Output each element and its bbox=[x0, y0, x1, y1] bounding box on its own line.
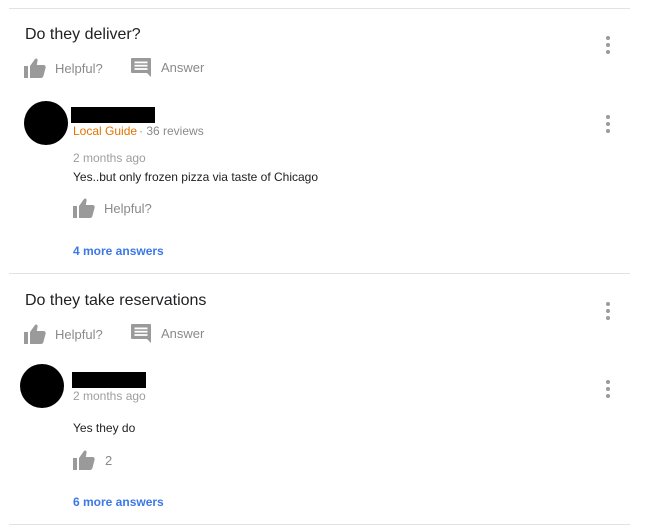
avatar[interactable] bbox=[20, 364, 64, 408]
answer-label: Answer bbox=[161, 326, 205, 341]
answer-text: Yes they do bbox=[73, 421, 136, 435]
question-helpful-button[interactable]: Helpful? bbox=[24, 324, 103, 344]
bottom-divider bbox=[9, 524, 630, 525]
answer-date: 2 months ago bbox=[73, 151, 146, 165]
redacted-author-name bbox=[71, 107, 155, 123]
avatar[interactable] bbox=[24, 101, 68, 145]
redacted-author-name bbox=[72, 372, 146, 388]
thumbs-up-icon bbox=[24, 324, 46, 344]
answer-button[interactable]: Answer bbox=[131, 324, 204, 343]
top-divider bbox=[9, 8, 630, 9]
answer-comment-icon bbox=[131, 324, 151, 343]
answer-helpful-button[interactable]: Helpful? bbox=[73, 198, 152, 218]
answer-comment-icon bbox=[131, 58, 151, 77]
more-vert-icon[interactable] bbox=[600, 115, 616, 133]
section-divider bbox=[9, 273, 630, 274]
more-vert-icon[interactable] bbox=[600, 302, 616, 320]
helpful-count: 2 bbox=[105, 452, 113, 468]
more-answers-link[interactable]: 4 more answers bbox=[73, 244, 164, 258]
answer-label: Answer bbox=[161, 60, 205, 75]
helpful-label: Helpful? bbox=[55, 326, 103, 342]
answer-date: 2 months ago bbox=[73, 389, 146, 403]
more-vert-icon[interactable] bbox=[600, 380, 616, 398]
answer-helpful-button[interactable]: 2 bbox=[73, 450, 112, 470]
answer-button[interactable]: Answer bbox=[131, 58, 204, 77]
more-answers-link[interactable]: 6 more answers bbox=[73, 495, 164, 509]
question-title: Do they deliver? bbox=[25, 26, 141, 43]
question-title: Do they take reservations bbox=[25, 292, 207, 309]
review-count: · 36 reviews bbox=[139, 124, 204, 138]
answer-text: Yes..but only frozen pizza via taste of … bbox=[73, 170, 319, 184]
thumbs-up-icon bbox=[73, 198, 95, 218]
local-guide-badge: Local Guide bbox=[73, 124, 138, 138]
helpful-label: Helpful? bbox=[55, 60, 103, 76]
more-vert-icon[interactable] bbox=[600, 36, 616, 54]
thumbs-up-icon bbox=[24, 58, 46, 78]
thumbs-up-icon bbox=[73, 450, 95, 470]
question-helpful-button[interactable]: Helpful? bbox=[24, 58, 103, 78]
helpful-label: Helpful? bbox=[104, 200, 152, 216]
